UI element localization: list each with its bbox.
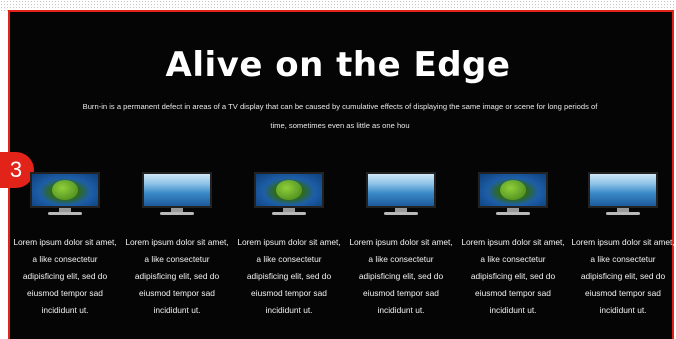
product-description: Lorem ipsum dolor sit amet, a like conse… bbox=[237, 237, 341, 315]
product-description: Lorem ipsum dolor sit amet, a like conse… bbox=[461, 237, 565, 315]
tv-image[interactable] bbox=[254, 172, 324, 218]
tv-image[interactable] bbox=[478, 172, 548, 218]
tv-image[interactable] bbox=[588, 172, 658, 218]
page-title: Alive on the Edge bbox=[165, 45, 511, 85]
product-card[interactable]: Lorem ipsum dolor sit amet, a like conse… bbox=[570, 172, 676, 319]
product-card[interactable]: Lorem ipsum dolor sit amet, a like conse… bbox=[236, 172, 342, 319]
product-description: Lorem ipsum dolor sit amet, a like conse… bbox=[571, 237, 675, 315]
tv-image[interactable] bbox=[142, 172, 212, 218]
tv-image[interactable] bbox=[30, 172, 100, 218]
product-description: Lorem ipsum dolor sit amet, a like conse… bbox=[125, 237, 229, 315]
product-description: Lorem ipsum dolor sit amet, a like conse… bbox=[349, 237, 453, 315]
hero-description: Burn-in is a permanent defect in areas o… bbox=[82, 102, 598, 130]
product-card[interactable]: Lorem ipsum dolor sit amet, a like conse… bbox=[460, 172, 566, 319]
tv-image[interactable] bbox=[366, 172, 436, 218]
product-card[interactable]: Lorem ipsum dolor sit amet, a like conse… bbox=[348, 172, 454, 319]
product-card[interactable]: Lorem ipsum dolor sit amet, a like conse… bbox=[12, 172, 118, 319]
product-card[interactable]: Lorem ipsum dolor sit amet, a like conse… bbox=[124, 172, 230, 319]
product-description: Lorem ipsum dolor sit amet, a like conse… bbox=[13, 237, 117, 315]
